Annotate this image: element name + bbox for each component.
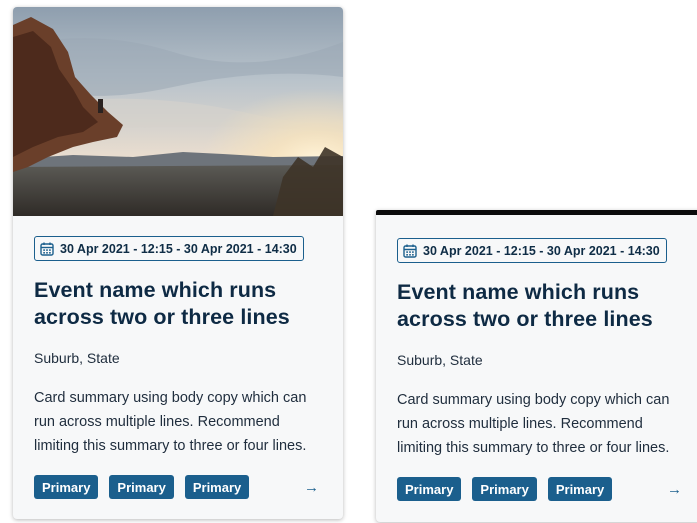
tag-chip[interactable]: Primary [547, 477, 613, 501]
event-card-no-image[interactable]: 30 Apr 2021 - 12:15 - 30 Apr 2021 - 14:3… [376, 210, 697, 522]
card-body: 30 Apr 2021 - 12:15 - 30 Apr 2021 - 14:3… [397, 238, 685, 501]
card-footer: Primary Primary Primary → [34, 475, 322, 499]
calendar-icon [403, 244, 417, 258]
event-card-with-image[interactable]: 30 Apr 2021 - 12:15 - 30 Apr 2021 - 14:3… [13, 7, 343, 519]
arrow-right-icon[interactable]: → [304, 479, 319, 496]
person-silhouette [98, 99, 103, 113]
cards-stage: 30 Apr 2021 - 12:15 - 30 Apr 2021 - 14:3… [0, 0, 697, 523]
card-location: Suburb, State [397, 352, 483, 368]
card-title[interactable]: Event name which runs across two or thre… [397, 279, 685, 333]
tag-chip[interactable]: Primary [472, 477, 537, 501]
card-summary: Card summary using body copy which can r… [34, 390, 307, 454]
date-tag: 30 Apr 2021 - 12:15 - 30 Apr 2021 - 14:3… [34, 236, 304, 261]
tag-chip[interactable]: Primary [34, 475, 99, 499]
tag-chip[interactable]: Primary [184, 475, 250, 499]
card-body: 30 Apr 2021 - 12:15 - 30 Apr 2021 - 14:3… [34, 236, 322, 499]
card-location: Suburb, State [34, 350, 120, 366]
date-text: 30 Apr 2021 - 12:15 - 30 Apr 2021 - 14:3… [60, 241, 297, 256]
tag-chip[interactable]: Primary [397, 477, 462, 501]
card-summary: Card summary using body copy which can r… [397, 392, 670, 456]
date-tag: 30 Apr 2021 - 12:15 - 30 Apr 2021 - 14:3… [397, 238, 667, 263]
arrow-right-icon[interactable]: → [667, 481, 682, 498]
card-footer: Primary Primary Primary → [397, 477, 685, 501]
tag-chip[interactable]: Primary [109, 475, 174, 499]
card-title[interactable]: Event name which runs across two or thre… [34, 277, 322, 331]
date-text: 30 Apr 2021 - 12:15 - 30 Apr 2021 - 14:3… [423, 243, 660, 258]
card-image [13, 7, 343, 216]
calendar-icon [40, 242, 54, 256]
